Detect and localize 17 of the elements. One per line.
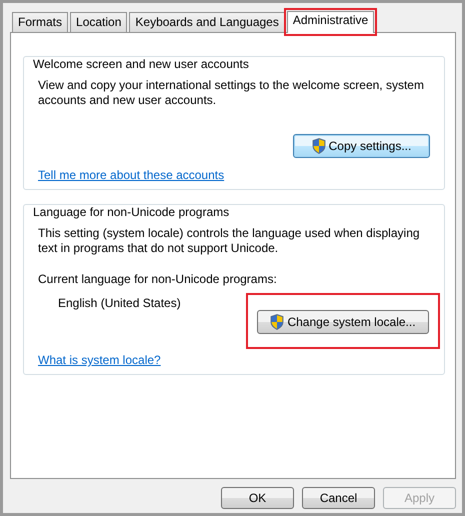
current-language-label: Current language for non-Unicode programs: (38, 272, 278, 287)
tab[interactable]: Keyboards and Languages (129, 12, 285, 32)
tab[interactable]: Administrative (286, 11, 374, 33)
shield-icon (270, 314, 284, 330)
tab[interactable]: Formats (12, 12, 68, 32)
description-text: View and copy your international settings to the welcome screen, system accounts and new user accounts. (38, 78, 425, 108)
help-link[interactable]: Tell me more about these accounts (38, 168, 224, 182)
tab[interactable]: Location (70, 12, 128, 32)
dialog-button[interactable]: Cancel (302, 487, 375, 509)
settings-button[interactable]: Change system locale... (257, 310, 429, 334)
settings-button[interactable]: Copy settings... (293, 134, 430, 158)
shield-icon (312, 138, 326, 154)
group-title: Language for non-Unicode programs (31, 205, 232, 220)
current-language-value: English (United States) (58, 296, 182, 311)
description-text: This setting (system locale) controls the language used when displaying text in programs that do not support Unicode. (38, 226, 421, 256)
help-link[interactable]: What is system locale? (38, 353, 161, 367)
dialog-button[interactable]: OK (221, 487, 294, 509)
